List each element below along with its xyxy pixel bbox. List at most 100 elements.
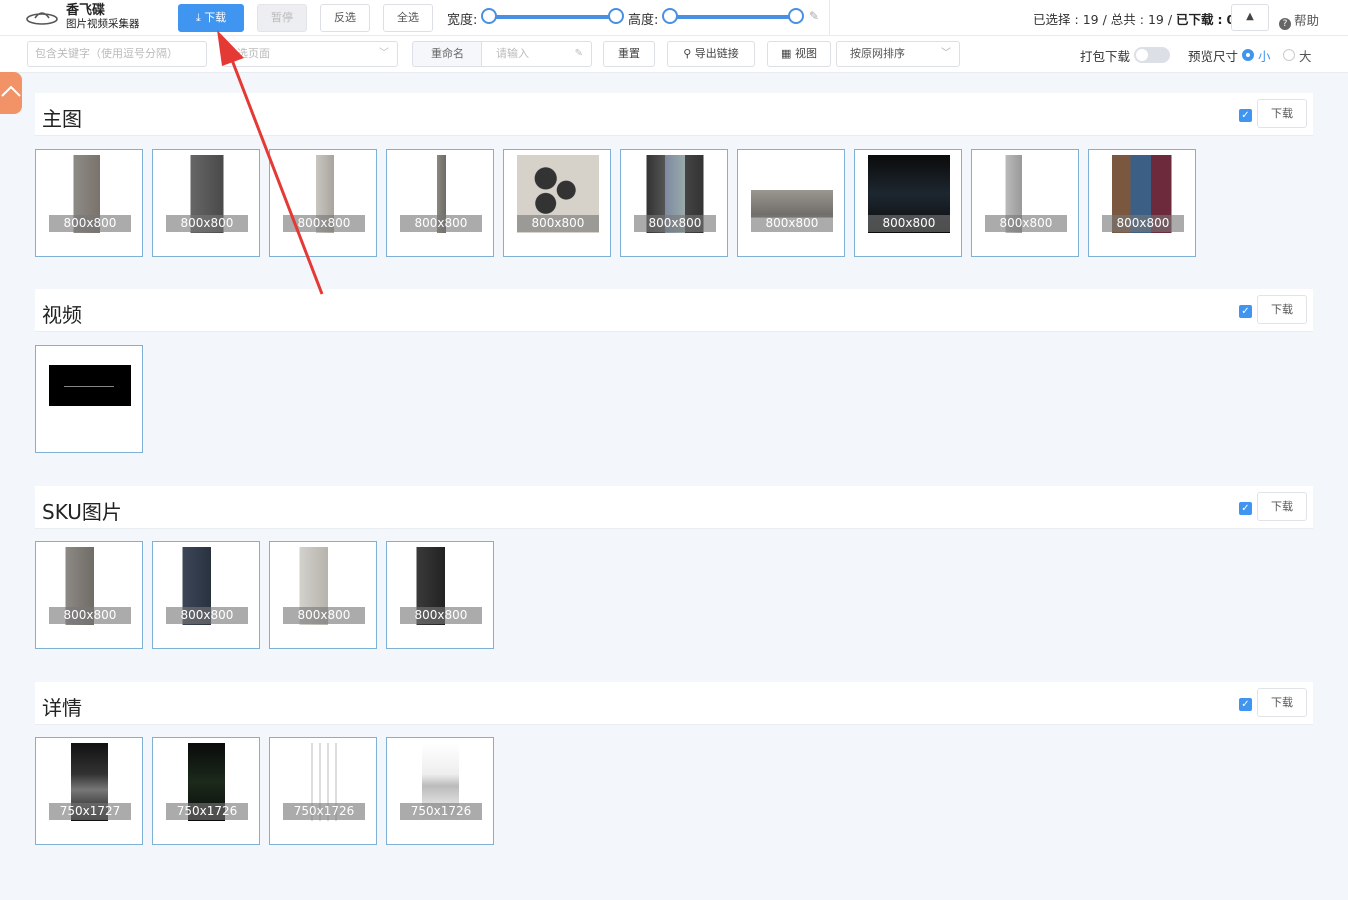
size-small-radio[interactable] (1242, 49, 1254, 61)
thumbnail-size-label: 800x800 (400, 607, 482, 624)
reset-button[interactable]: 重置 (603, 41, 655, 67)
thumbnail-item[interactable]: 800x800 (503, 149, 611, 257)
eraser-icon[interactable]: ✎ (575, 42, 583, 66)
chevron-down-icon: ﹀ (941, 48, 951, 59)
side-collapse-tab[interactable] (0, 72, 22, 114)
select-all-button[interactable]: 全选 (383, 4, 433, 32)
thumbnail-size-label: 800x800 (517, 215, 599, 232)
size-small-label: 小 (1258, 49, 1271, 64)
thumbnail-size-label: 800x800 (985, 215, 1067, 232)
thumbnail-item[interactable]: 750x1726 (269, 737, 377, 845)
toolbar-divider (829, 0, 830, 35)
thumbnail-size-label: 750x1727 (49, 803, 131, 820)
thumbnail-item[interactable]: 750x1726 (386, 737, 494, 845)
app-subtitle: 图片视频采集器 (66, 18, 140, 30)
preview-size-label: 预览尺寸 (1188, 49, 1239, 64)
download-button[interactable]: ⤓ 下载 (178, 4, 244, 32)
rename-label: 重命名 (412, 41, 482, 67)
thumbnail-item[interactable]: 800x800 (1088, 149, 1196, 257)
thumbnail-size-label: 800x800 (166, 607, 248, 624)
keyword-filter-input[interactable]: 包含关键字（使用逗号分隔） (27, 41, 207, 67)
thumbnail-size-label: 800x800 (166, 215, 248, 232)
section-header-sku-images: SKU图片 ✓ 下载 (35, 486, 1313, 529)
thumbnail-item[interactable]: 800x800 (386, 149, 494, 257)
section-download-button[interactable]: 下载 (1257, 492, 1307, 521)
chevron-down-icon: ﹀ (379, 48, 389, 59)
ufo-logo-icon (26, 12, 58, 25)
pack-download-label: 打包下载 (1080, 49, 1131, 64)
thumbnail-size-label: 800x800 (283, 215, 365, 232)
height-slider-max-handle[interactable] (788, 8, 804, 24)
thumbnail-item[interactable]: 800x800 (386, 541, 494, 649)
section-download-button[interactable]: 下载 (1257, 99, 1307, 128)
thumbnail-size-label: 800x800 (751, 215, 833, 232)
thumbnail-item[interactable]: 800x800 (269, 149, 377, 257)
thumbnail-item[interactable]: 800x800 (737, 149, 845, 257)
thumbnail-size-label: 750x1726 (166, 803, 248, 820)
size-large-label: 大 (1299, 49, 1312, 64)
thumbnail-size-label: 750x1726 (283, 803, 365, 820)
caret-up-icon: ▲ (1246, 11, 1254, 22)
grid-icon: ▦ (781, 47, 792, 60)
top-toolbar: 香飞碟 图片视频采集器 ⤓ 下载 暂停 反选 全选 宽度: 高度: ✎ 已选择 … (0, 0, 1348, 36)
download-icon: ⤓ (195, 11, 201, 24)
eraser-icon[interactable]: ✎ (809, 9, 819, 23)
section-title: 主图 (42, 107, 82, 131)
section-select-checkbox[interactable]: ✓ (1239, 305, 1252, 318)
section-select-checkbox[interactable]: ✓ (1239, 502, 1252, 515)
thumbnail-item[interactable]: 800x800 (971, 149, 1079, 257)
width-slider-min-handle[interactable] (481, 8, 497, 24)
thumbnail-size-label: 800x800 (868, 215, 950, 232)
scroll-top-button[interactable]: ▲ (1231, 4, 1269, 31)
section-header-videos: 视频 ✓ 下载 (35, 289, 1313, 332)
thumbnail-size-label: 800x800 (49, 607, 131, 624)
section-download-button[interactable]: 下载 (1257, 688, 1307, 717)
app-name: 香飞碟 (66, 3, 106, 18)
filter-bar: 包含关键字（使用逗号分隔） 选页面 ﹀ 重命名 请输入 ✎ 重置 ⚲ 导出链接 … (0, 36, 1348, 73)
thumbnail-size-label: 800x800 (49, 215, 131, 232)
width-slider-max-handle[interactable] (608, 8, 624, 24)
thumbnail-size-label: 800x800 (400, 215, 482, 232)
section-title: 详情 (42, 696, 82, 720)
page-select[interactable]: 选页面 ﹀ (222, 41, 398, 67)
video-progress-line (64, 386, 114, 387)
section-select-checkbox[interactable]: ✓ (1239, 698, 1252, 711)
thumbnail-item[interactable]: 800x800 (152, 541, 260, 649)
section-select-checkbox[interactable]: ✓ (1239, 109, 1252, 122)
width-slider-track[interactable] (489, 15, 616, 19)
thumbnail-item[interactable]: 800x800 (152, 149, 260, 257)
height-slider-track[interactable] (670, 15, 796, 19)
thumbnail-item[interactable]: 800x800 (35, 149, 143, 257)
height-label: 高度: (628, 13, 659, 28)
invert-selection-button[interactable]: 反选 (320, 4, 370, 32)
help-link[interactable]: ? 帮助 (1279, 10, 1319, 30)
thumbnail-item[interactable]: 800x800 (35, 541, 143, 649)
pause-button[interactable]: 暂停 (257, 4, 307, 32)
section-title: 视频 (42, 303, 82, 327)
size-large-radio[interactable] (1283, 49, 1295, 61)
thumbnail-item[interactable] (35, 345, 143, 453)
thumbnail-item[interactable]: 750x1727 (35, 737, 143, 845)
height-slider-min-handle[interactable] (662, 8, 678, 24)
chevron-up-icon (1, 85, 21, 97)
thumbnail-size-label: 800x800 (634, 215, 716, 232)
section-header-main-images: 主图 ✓ 下载 (35, 93, 1313, 136)
thumbnail-item[interactable]: 750x1726 (152, 737, 260, 845)
section-title: SKU图片 (42, 500, 122, 524)
sort-select[interactable]: 按原网排序 ﹀ (836, 41, 960, 67)
view-button[interactable]: ▦ 视图 (767, 41, 831, 67)
export-links-button[interactable]: ⚲ 导出链接 (667, 41, 755, 67)
rename-input[interactable]: 请输入 ✎ (481, 41, 592, 67)
section-header-details: 详情 ✓ 下载 (35, 682, 1313, 725)
link-icon: ⚲ (683, 47, 692, 60)
thumbnail-item[interactable]: 800x800 (269, 541, 377, 649)
pack-download-toggle[interactable] (1134, 47, 1170, 63)
thumbnail-size-label: 750x1726 (400, 803, 482, 820)
thumbnail-item[interactable]: 800x800 (854, 149, 962, 257)
section-download-button[interactable]: 下载 (1257, 295, 1307, 324)
selection-stats: 已选择 : 19 / 总共 : 19 / 已下载 : 0 (1033, 12, 1235, 27)
toggle-knob (1136, 49, 1148, 61)
thumbnail-item[interactable]: 800x800 (620, 149, 728, 257)
width-label: 宽度: (447, 13, 478, 28)
question-icon: ? (1279, 18, 1291, 30)
